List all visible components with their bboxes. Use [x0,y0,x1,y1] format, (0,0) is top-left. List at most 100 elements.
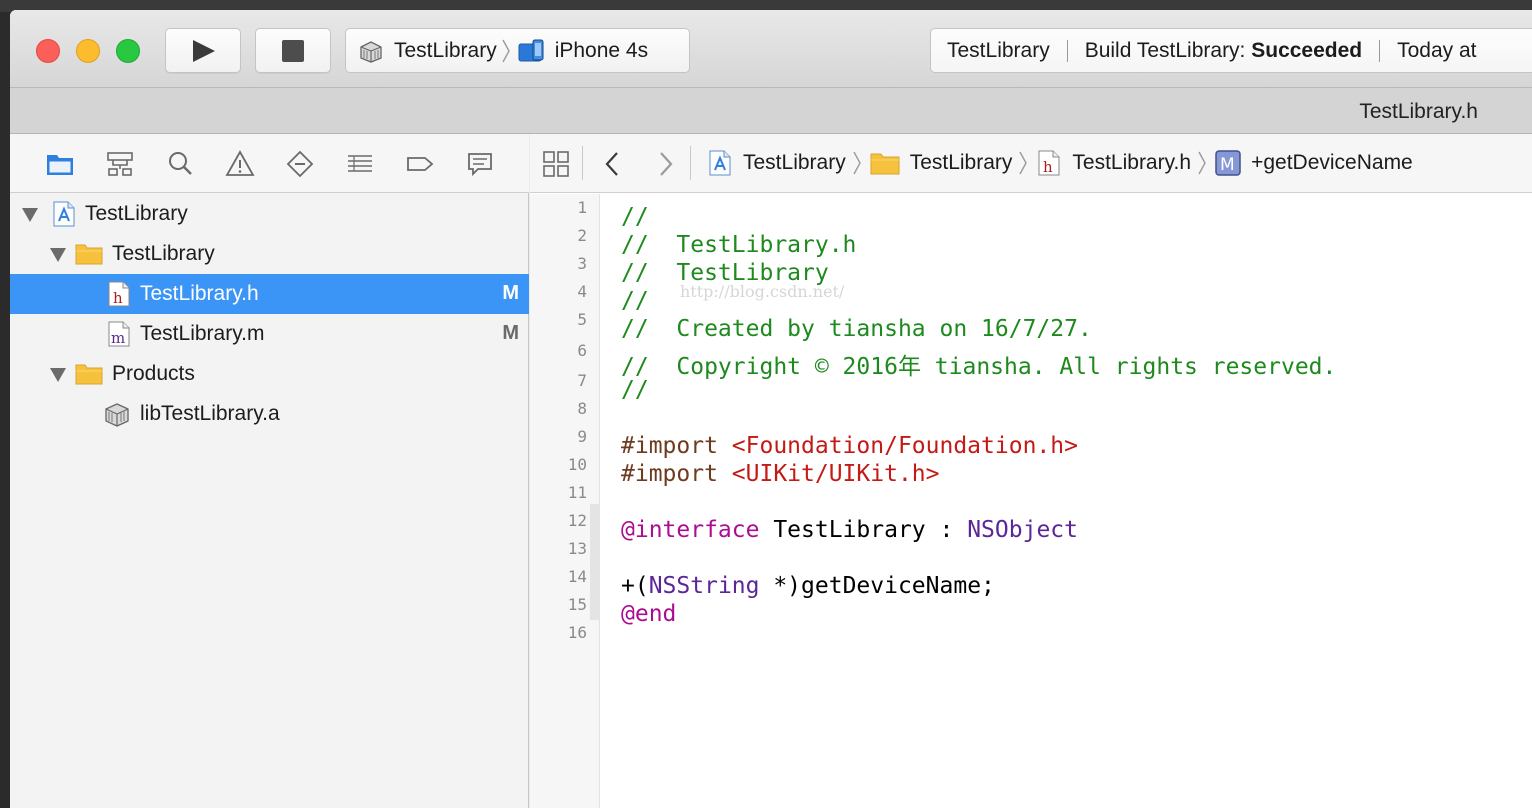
line-number: 11 [567,483,587,502]
disclosure-triangle-icon[interactable] [22,208,38,222]
svg-text:h: h [1043,158,1053,176]
scheme-selector[interactable]: TestLibrary iPhone 4s [345,28,690,73]
tree-item-header-file[interactable]: h TestLibrary.h M [10,274,529,314]
zoom-window-button[interactable] [116,39,140,63]
disclosure-triangle-icon[interactable] [50,248,66,262]
play-icon [193,40,215,62]
line-number: 1 [577,198,587,217]
chevron-right-icon [502,39,510,62]
tree-item-group[interactable]: TestLibrary [10,234,529,274]
line-number: 10 [567,455,587,474]
line-number: 16 [567,623,587,642]
import-directive: #import [621,461,732,487]
breadcrumb-group[interactable]: TestLibrary [870,149,1013,177]
breadcrumb-method[interactable]: M +getDeviceName [1215,149,1413,177]
interface-keyword: @interface [621,517,760,543]
code-line: // [621,377,649,403]
line-number-gutter: 1 2 3 4 5 6 7 8 9 10 11 12 13 14 15 16 [530,194,600,808]
tree-item-products-group[interactable]: Products [10,354,529,394]
chevron-right-icon[interactable] [656,150,676,178]
line-number: 7 [577,371,587,390]
comment-icon[interactable] [465,149,495,179]
chevron-right-icon [1019,151,1028,175]
activity-status-prefix: Build TestLibrary: [1084,38,1252,62]
ios-simulator-icon [518,39,544,61]
breakpoint-icon[interactable] [285,149,315,179]
project-navigator: TestLibrary TestLibrary h TestLibrary.h [10,134,529,808]
static-library-icon [105,403,129,427]
tree-item-implementation-file[interactable]: m TestLibrary.m M [10,314,529,354]
line-number: 15 [567,595,587,614]
jump-bar-divider [582,146,583,180]
tag-icon[interactable] [405,149,435,179]
header-file-icon: h [108,281,130,307]
search-icon[interactable] [165,149,195,179]
modified-badge: M [502,282,519,304]
watermark-text: http://blog.csdn.net/ [680,282,845,301]
line-number: 5 [577,310,587,329]
jump-bar: TestLibrary TestLibrary h TestLibrary.h … [530,134,1532,193]
code-line: // [621,204,649,230]
list-icon[interactable] [345,149,375,179]
code-line: #import <Foundation/Foundation.h> [621,433,1078,459]
close-window-button[interactable] [36,39,60,63]
breadcrumb-file[interactable]: h TestLibrary.h [1036,149,1191,177]
chevron-left-icon[interactable] [602,150,622,178]
code-line: // Copyright © 2016年 tiansha. All rights… [621,354,1337,380]
disclosure-triangle-icon[interactable] [50,368,66,382]
tree-item-label: Products [112,362,195,385]
tree-item-label: TestLibrary [112,242,215,265]
run-button[interactable] [165,28,241,73]
import-path: <UIKit/UIKit.h> [731,461,940,487]
xcode-window: TestLibrary iPhone 4s TestLibrary Build … [10,10,1532,808]
activity-status: Build TestLibrary: Succeeded [1085,39,1362,63]
line-number: 8 [577,399,587,418]
chevron-right-icon [1198,151,1206,175]
code-line: // [621,288,649,314]
implementation-file-icon: m [108,321,130,347]
activity-divider [1379,39,1381,62]
activity-divider [1066,39,1068,62]
activity-status-result: Succeeded [1251,38,1363,62]
line-number: 14 [567,567,587,586]
activity-time: Today at [1397,38,1477,62]
folder-icon[interactable] [45,149,75,179]
folder-icon [75,244,103,265]
breadcrumb-label: +getDeviceName [1251,151,1413,174]
activity-project: TestLibrary [947,38,1050,62]
header-file-icon: h [1038,150,1060,176]
folder-icon [75,364,103,385]
svg-text:h: h [113,289,123,307]
breadcrumb-project[interactable]: TestLibrary [707,149,846,177]
line-number: 9 [577,427,587,446]
line-number: 3 [577,254,587,273]
tab-testlibrary-h[interactable]: TestLibrary.h [1359,100,1478,124]
folder-icon [870,153,900,175]
related-items-icon[interactable] [542,150,570,178]
warning-icon[interactable] [225,149,255,179]
activity-viewer: TestLibrary Build TestLibrary: Succeeded… [930,28,1532,73]
code-line: @end [621,601,677,627]
tree-item-project[interactable]: TestLibrary [10,194,529,234]
code-line: +(NSString *)getDeviceName; [621,573,995,599]
code-folding-ribbon[interactable] [590,504,600,620]
line-number: 12 [567,511,587,530]
xcode-project-icon [709,150,731,176]
scheme-name[interactable]: TestLibrary [394,39,497,63]
minimize-window-button[interactable] [76,39,100,63]
import-directive: #import [621,433,732,459]
static-library-icon [360,40,382,63]
class-declaration: TestLibrary : [759,517,968,543]
return-type: NSString [648,573,760,599]
window-toolbar: TestLibrary iPhone 4s TestLibrary Build … [10,10,1532,88]
stop-button[interactable] [255,28,331,73]
code-line: // TestLibrary.h [621,232,857,258]
breadcrumb-label: TestLibrary.h [1072,151,1192,174]
line-number: 4 [577,282,587,301]
tree-item-static-library[interactable]: libTestLibrary.a [10,394,529,434]
breadcrumb-label: TestLibrary [909,151,1013,174]
tree-item-label: TestLibrary [85,202,188,225]
device-name[interactable]: iPhone 4s [555,39,648,63]
line-number: 6 [577,341,587,360]
hierarchy-icon[interactable] [105,149,135,179]
